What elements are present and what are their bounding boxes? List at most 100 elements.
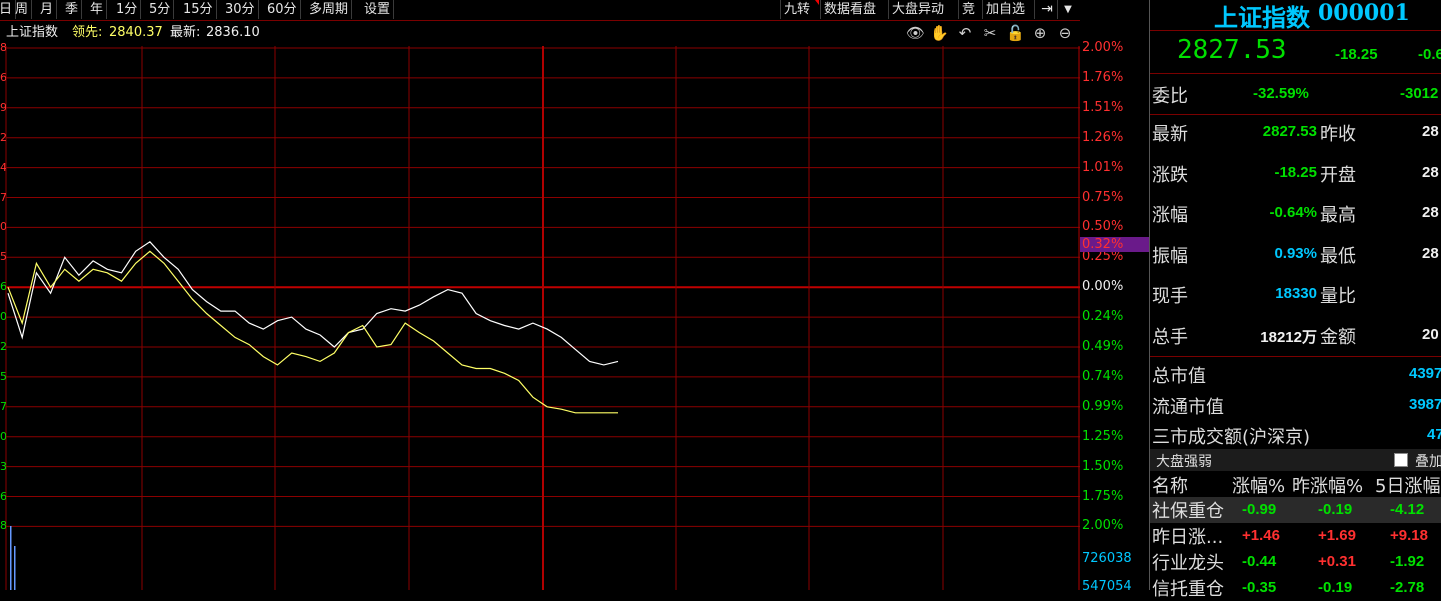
webi-value: -32.59% xyxy=(1253,85,1309,102)
sector-change: +1.46 xyxy=(1242,527,1280,544)
quote-value-2: 28 xyxy=(1422,244,1439,262)
quote-label-2: 最低 xyxy=(1320,245,1356,267)
hand-icon[interactable]: ✋ xyxy=(930,24,949,42)
period-year-button[interactable]: 年 xyxy=(87,0,108,19)
add-watchlist-button[interactable]: 加自选 xyxy=(982,0,1028,19)
multi-period-button[interactable]: 多周期 xyxy=(306,0,353,19)
chart-canvas[interactable] xyxy=(0,46,1080,590)
sector-prev-change: +1.69 xyxy=(1318,527,1356,544)
left-axis-stub: 3 xyxy=(0,459,6,473)
quote-label: 现手 xyxy=(1152,286,1188,307)
quote-value: 0.93% xyxy=(1274,244,1317,262)
left-axis-stub: 2 xyxy=(0,130,6,144)
quote-label: 振幅 xyxy=(1152,245,1188,267)
zoom-out-icon[interactable]: ⊖ xyxy=(1056,24,1074,42)
turnover-label: 三市成交额(沪深京) xyxy=(1152,427,1311,448)
left-axis-stub: 8 xyxy=(0,41,6,54)
quote-label-2: 昨收 xyxy=(1320,124,1356,145)
auction-button[interactable]: 竞 xyxy=(958,0,978,19)
volume-axis-label: 726038 xyxy=(1082,551,1132,566)
quote-panel: 上证指数 000001 2827.53 -18.25 -0.6 委比 -32.5… xyxy=(1149,0,1441,600)
axis-tick-label: 0.50% xyxy=(1082,219,1124,235)
axis-tick-label: 0.75% xyxy=(1082,189,1124,205)
chart-grid xyxy=(5,46,1080,590)
sector-row[interactable]: 信托重仓 -0.35 -0.19 -2.78 xyxy=(1150,575,1441,601)
left-axis-stub: 2 xyxy=(0,340,6,353)
axis-tick-label: 0.49% xyxy=(1082,339,1124,354)
undo-icon[interactable]: ↶ xyxy=(956,24,974,42)
overlay-checkbox[interactable] xyxy=(1394,453,1408,467)
data-board-button[interactable]: 数据看盘 xyxy=(820,0,879,19)
period-30min-button[interactable]: 30分 xyxy=(222,0,259,19)
left-axis-stub: 7 xyxy=(0,190,6,204)
period-15min-button[interactable]: 15分 xyxy=(180,0,217,19)
lead-label: 领先: xyxy=(72,25,103,40)
lock-icon[interactable]: 🔓 xyxy=(1006,24,1025,42)
left-axis-stub: 5 xyxy=(0,369,6,383)
turnover-value: 47 xyxy=(1427,426,1441,443)
col-header-change[interactable]: 涨幅% xyxy=(1232,472,1285,498)
period-month-button[interactable]: 月 xyxy=(37,0,58,19)
market-cap-value: 4397 xyxy=(1409,365,1441,382)
sector-name: 行业龙头 xyxy=(1152,553,1224,574)
period-1min-button[interactable]: 1分 xyxy=(113,0,142,19)
zoom-in-icon[interactable]: ⊕ xyxy=(1031,24,1049,42)
volume-axis-label: 547054 xyxy=(1082,579,1132,594)
sector-5day-change: +9.18 xyxy=(1390,527,1428,544)
chart-info-bar: 上证指数 领先: 2840.37 最新: 2836.10 👁 ✋ ↶ ✂ 🔓 ⊕… xyxy=(0,21,1080,45)
axis-tick-label: 2.00% xyxy=(1082,40,1124,55)
axis-tick-label: 1.25% xyxy=(1082,428,1124,444)
period-season-button[interactable]: 季 xyxy=(62,0,83,19)
col-header-name[interactable]: 名称 xyxy=(1152,472,1188,498)
sector-prev-change: -0.19 xyxy=(1318,501,1353,518)
quote-value: 2827.53 xyxy=(1262,123,1317,140)
left-axis-stub: 0 xyxy=(0,429,6,443)
quote-value-2: 28 xyxy=(1422,204,1439,221)
webi-diff: -3012 xyxy=(1400,85,1439,102)
sector-prev-change: +0.31 xyxy=(1318,553,1356,570)
sector-5day-change: -1.92 xyxy=(1390,553,1425,570)
sector-row[interactable]: 社保重仓 -0.99 -0.19 -4.12 xyxy=(1150,497,1441,523)
quote-value: 18330 xyxy=(1275,285,1317,302)
caret-down-icon[interactable]: ▼ xyxy=(1057,0,1078,19)
left-axis-stub: 7 xyxy=(0,399,6,413)
index-name-label: 上证指数 xyxy=(6,25,59,40)
col-header-prev-change[interactable]: 昨涨幅% xyxy=(1292,472,1363,498)
latest-value: 2836.10 xyxy=(206,25,260,40)
quote-label: 总手 xyxy=(1152,326,1188,348)
sector-change: -0.44 xyxy=(1242,553,1277,570)
left-axis-stub: 6 xyxy=(0,489,6,503)
scissors-icon[interactable]: ✂ xyxy=(981,24,999,42)
lead-value: 2840.37 xyxy=(109,25,163,40)
period-week-button[interactable]: 周 xyxy=(12,0,33,19)
crosshair-value-label: 0.32% xyxy=(1080,237,1150,252)
float-cap-value: 3987 xyxy=(1409,396,1441,413)
sector-row[interactable]: 昨日涨... +1.46 +1.69 +9.18 xyxy=(1150,523,1441,549)
period-5min-button[interactable]: 5分 xyxy=(146,0,175,19)
col-header-5day[interactable]: 5日涨幅 xyxy=(1375,472,1440,498)
panel-change-pct: -0.6 xyxy=(1418,46,1441,63)
nine-turn-button[interactable]: 九转 xyxy=(780,0,813,19)
axis-tick-label: 1.76% xyxy=(1082,69,1124,85)
chart-series xyxy=(7,241,619,414)
intraday-chart[interactable] xyxy=(0,46,1080,590)
axis-tick-label: 0.00% xyxy=(1082,279,1124,295)
quote-value: 18212万 xyxy=(1260,328,1317,346)
quote-value-2: 20 xyxy=(1422,325,1439,343)
market-movement-button[interactable]: 大盘异动 xyxy=(888,0,947,19)
quote-label-2: 最高 xyxy=(1320,205,1356,226)
quote-label: 涨跌 xyxy=(1152,164,1188,186)
axis-tick-label: 1.51% xyxy=(1082,99,1124,115)
pin-icon[interactable]: ⇥ xyxy=(1034,0,1059,19)
period-60min-button[interactable]: 60分 xyxy=(264,0,301,19)
axis-tick-label: 1.50% xyxy=(1082,458,1124,474)
settings-button[interactable]: 设置 xyxy=(361,0,395,19)
axis-tick-label: 2.00% xyxy=(1082,518,1124,534)
sector-prev-change: -0.19 xyxy=(1318,579,1353,596)
axis-tick-label: 1.01% xyxy=(1082,159,1124,175)
left-axis-stub: 6 xyxy=(0,70,6,84)
sector-row[interactable]: 行业龙头 -0.44 +0.31 -1.92 xyxy=(1150,549,1441,575)
quote-value-2: 28 xyxy=(1422,163,1439,181)
eye-icon[interactable]: 👁 xyxy=(906,24,925,42)
volume-bar xyxy=(14,546,16,590)
